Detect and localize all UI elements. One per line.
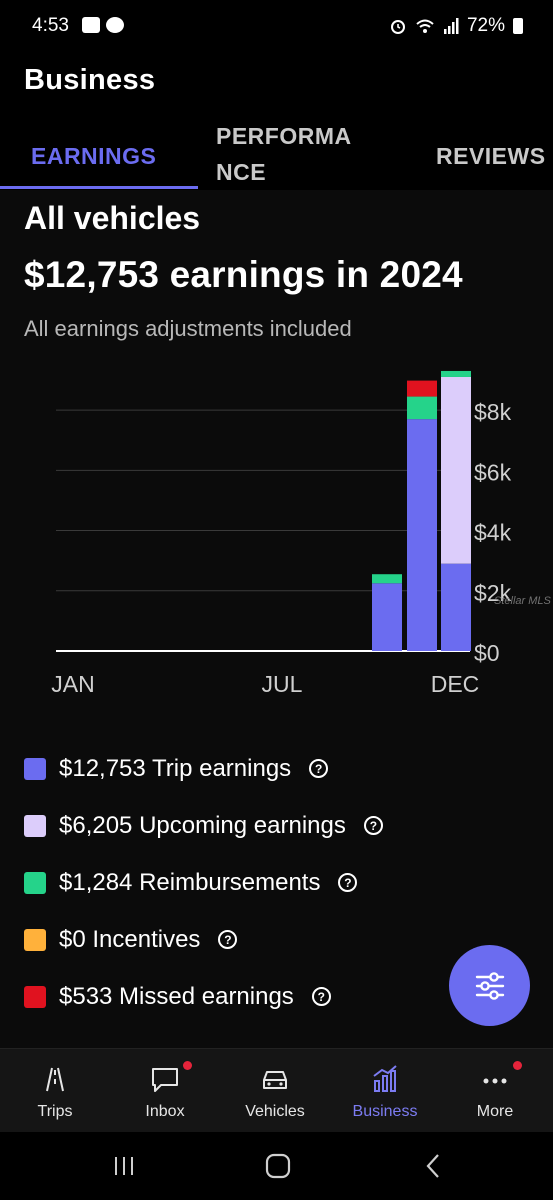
help-icon[interactable]: ?	[311, 987, 331, 1006]
status-bar: 4:53 72%	[0, 0, 553, 56]
legend-label: $0 Incentives	[59, 925, 201, 953]
tab-performance[interactable]: PERFORMA NCE	[216, 118, 386, 190]
help-icon[interactable]: ?	[363, 816, 383, 835]
legend-label: $1,284 Reimbursements	[59, 868, 321, 896]
legend-swatch	[24, 814, 46, 837]
vehicle-scope-title[interactable]: All vehicles	[24, 200, 200, 237]
nav-label: Business	[352, 1103, 418, 1120]
wifi-icon	[416, 19, 434, 33]
active-tab-indicator	[0, 186, 198, 189]
battery-icon	[513, 18, 523, 34]
tab-bar: EARNINGS PERFORMA NCE REVIEWS	[0, 118, 553, 190]
tab-reviews[interactable]: REVIEWS	[436, 138, 546, 174]
more-notification-dot	[513, 1061, 522, 1070]
car-icon	[263, 1071, 287, 1089]
tab-performance-line1: PERFORMA	[216, 123, 352, 149]
chat-bubble-icon	[152, 1068, 178, 1092]
help-icon[interactable]: ?	[218, 930, 238, 949]
nav-label: More	[476, 1103, 514, 1120]
y-tick-label: $8k	[474, 399, 512, 425]
inbox-notification-dot	[183, 1061, 192, 1070]
legend-item-incentives: $0 Incentives ?	[24, 911, 444, 968]
bar-segment-missed-earnings	[407, 380, 437, 397]
legend-item-trip-earnings: $12,753 Trip earnings ?	[24, 740, 444, 797]
tab-earnings[interactable]: EARNINGS	[31, 138, 156, 174]
x-tick-label: JUL	[262, 671, 303, 697]
y-tick-label: $6k	[474, 459, 512, 485]
tab-performance-line2: NCE	[216, 159, 267, 185]
signal-icon	[443, 18, 459, 34]
gallery-notification-icon	[82, 17, 100, 33]
legend-swatch	[24, 985, 46, 1008]
watermark: Stellar MLS	[494, 595, 552, 607]
recent-apps-icon[interactable]	[108, 1150, 140, 1182]
nav-inbox[interactable]: Inbox	[110, 1049, 220, 1133]
help-icon[interactable]: ?	[309, 759, 329, 778]
sliders-icon	[475, 971, 504, 1000]
earnings-chart[interactable]: $0$2k$4k$6k$8kJAN JUL DECStellar MLS	[0, 350, 553, 710]
status-time: 4:53	[32, 15, 69, 36]
nav-business[interactable]: Business	[330, 1049, 440, 1133]
bar-segment-trip-earnings	[407, 419, 437, 651]
legend-label: $6,205 Upcoming earnings	[59, 811, 346, 839]
system-navigation-bar	[0, 1132, 553, 1200]
alarm-icon	[390, 20, 405, 34]
bar-segment-reimbursements	[372, 574, 402, 584]
bar-segment-reimbursements	[441, 370, 471, 377]
status-right: 72%	[389, 15, 523, 37]
earnings-headline: $12,753 earnings in 2024	[24, 254, 463, 295]
chart-legend: $12,753 Trip earnings ? $6,205 Upcoming …	[24, 740, 444, 1025]
legend-item-reimbursements: $1,284 Reimbursements ?	[24, 854, 444, 911]
y-tick-label: $4k	[474, 520, 512, 546]
y-tick-label: $0	[474, 640, 500, 666]
back-icon[interactable]	[418, 1150, 450, 1182]
legend-label: $12,753 Trip earnings	[59, 754, 292, 782]
status-notification-icons	[82, 17, 124, 33]
battery-percent: 72%	[466, 15, 505, 36]
bar-segment-trip-earnings	[372, 583, 402, 651]
nav-label: Trips	[37, 1103, 73, 1120]
more-dots-icon	[483, 1078, 507, 1084]
home-icon[interactable]	[262, 1150, 294, 1182]
bottom-navigation: Trips Inbox Vehicles Business More	[0, 1048, 553, 1132]
bar-chart-icon	[373, 1065, 397, 1092]
nav-label: Vehicles	[245, 1103, 305, 1120]
help-icon[interactable]: ?	[338, 873, 358, 892]
bar-segment-reimbursements	[407, 396, 437, 420]
legend-swatch	[24, 871, 46, 894]
nav-trips[interactable]: Trips	[0, 1049, 110, 1133]
nav-label: Inbox	[145, 1103, 185, 1120]
legend-item-upcoming-earnings: $6,205 Upcoming earnings ?	[24, 797, 444, 854]
message-notification-icon	[106, 17, 124, 33]
bar-segment-trip-earnings	[441, 563, 471, 651]
legend-item-missed-earnings: $533 Missed earnings ?	[24, 968, 444, 1025]
legend-swatch	[24, 757, 46, 780]
nav-vehicles[interactable]: Vehicles	[220, 1049, 330, 1133]
x-tick-label: DEC	[431, 671, 480, 697]
bar-segment-upcoming-earnings	[441, 376, 471, 564]
legend-swatch	[24, 928, 46, 951]
legend-label: $533 Missed earnings	[59, 982, 294, 1010]
filter-button[interactable]	[449, 945, 530, 1026]
page-title: Business	[24, 64, 156, 96]
road-icon	[46, 1067, 64, 1092]
nav-more[interactable]: More	[440, 1049, 550, 1133]
x-tick-label: JAN	[51, 671, 94, 697]
earnings-subtitle: All earnings adjustments included	[24, 316, 352, 341]
